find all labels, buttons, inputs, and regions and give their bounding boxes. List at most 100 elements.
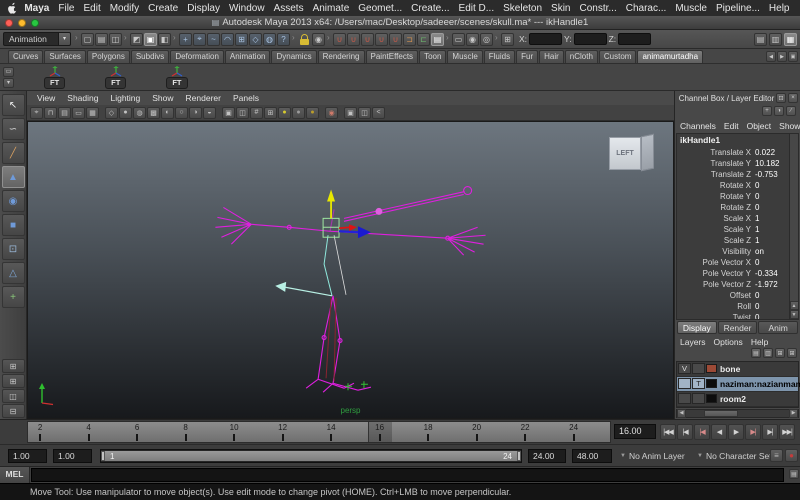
lasso-select-tool[interactable]: ∽ [1,118,25,140]
group-divider-icon[interactable] [445,32,451,47]
channel-value-field[interactable]: 0 [751,192,788,201]
rotate-tool[interactable]: ◉ [1,190,25,212]
shelf-tab-scroll-left-icon[interactable]: ◀ [766,51,776,62]
menubar-item[interactable]: Edit D... [454,3,499,14]
wireframe-on-shaded-icon[interactable]: ◍ [133,106,146,119]
shelf-tab[interactable]: nCloth [564,50,598,63]
menubar-item[interactable]: Create... [407,3,454,14]
channel-row[interactable]: Scale Y 1 [677,224,788,235]
channel-value-field[interactable]: 0 [751,313,788,320]
scrollbar-thumb[interactable] [704,409,738,417]
shelf-tab[interactable]: Muscle [447,50,483,63]
channel-value-field[interactable]: 0.022 [751,148,788,157]
shadows-icon[interactable]: ◑ [189,106,202,119]
group-divider-icon[interactable] [494,32,500,47]
layer-display-type-toggle[interactable] [692,363,705,375]
layer-editor-tab[interactable]: Display [677,321,717,335]
mask-joints-icon[interactable]: ⌖ [193,32,206,46]
shelf-tab[interactable]: Fluids [483,50,516,63]
move-tool[interactable]: ▲ [1,166,25,188]
channel-value-field[interactable]: 1 [751,225,788,234]
field-chart-icon[interactable]: ⊞ [264,106,277,119]
panel-menu-item[interactable]: Renderer [180,93,227,103]
channel-value-field[interactable]: 1 [751,236,788,245]
close-icon[interactable]: × [788,93,798,104]
bookmark-icon[interactable]: ▭ [72,106,85,119]
construction-history-icon[interactable]: ▤ [431,32,444,46]
group-divider-icon[interactable] [74,32,80,47]
channel-value-field[interactable]: -0.753 [751,170,788,179]
playback-start-field[interactable]: 1.00 [53,449,92,463]
channel-value-field[interactable]: 1 [751,214,788,223]
range-slider-bar[interactable]: 1 24 [104,451,518,461]
shelf-tab[interactable]: Polygons [86,50,130,63]
layer-color-swatch[interactable] [706,364,717,374]
channel-row[interactable]: Translate X 0.022 [677,147,788,158]
shelf-tab[interactable]: Fur [516,50,539,63]
channel-row[interactable]: Rotate X 0 [677,180,788,191]
shelf-tab[interactable]: Dynamics [271,50,317,63]
channel-row[interactable]: Rotate Z 0 [677,202,788,213]
menubar-item[interactable]: Assets [269,3,308,14]
universal-manipulator-tool[interactable]: ⊡ [1,238,25,260]
scroll-down-icon[interactable]: ▼ [789,310,798,320]
mask-handles-icon[interactable]: + [179,32,192,46]
textured-light-sphere-icon[interactable]: ● [306,106,319,119]
command-line-input[interactable] [31,468,784,482]
time-ruler[interactable]: 2 4 6 8 10 12 14 16 18 20 22 24 [27,421,611,443]
channel-box-menu-item[interactable]: Show [775,121,800,131]
snap-to-curves-icon[interactable]: ∪ [347,32,360,46]
channel-row[interactable]: Visibility on [677,246,788,257]
command-line-language-button[interactable]: MEL [0,467,30,483]
mask-misc-icon[interactable]: ? [277,32,290,46]
channel-scrollbar[interactable]: ▲ ▼ [789,133,798,320]
make-live-icon[interactable]: ∪ [389,32,402,46]
dock-icon[interactable]: ⊡ [776,93,786,104]
auto-keyframe-toggle-icon[interactable]: ● [785,449,798,462]
textured-icon[interactable]: ▩ [147,106,160,119]
panel-menu-item[interactable]: Show [146,93,179,103]
channel-value-field[interactable]: 0 [751,291,788,300]
group-divider-icon[interactable] [326,32,332,47]
animation-end-field[interactable]: 48.00 [572,449,612,463]
range-handle-right[interactable] [517,451,521,461]
ipr-render-icon[interactable]: ◎ [480,32,493,46]
select-camera-icon[interactable]: ⌖ [30,106,43,119]
select-tool[interactable]: ↖ [1,94,25,116]
mask-dynamics-icon[interactable]: ◇ [249,32,262,46]
z-coordinate-field[interactable] [618,33,652,45]
channel-box-menu-item[interactable]: Channels [676,121,720,131]
shelf-tab[interactable]: Rendering [317,50,365,63]
animation-start-field[interactable]: 1.00 [8,449,47,463]
shelf-tab-scroll-right-icon[interactable]: ▶ [777,51,787,62]
output-connections-icon[interactable]: ⊏ [417,32,430,46]
view-cube-front-face[interactable]: LEFT [609,137,641,170]
channel-value-field[interactable]: 0 [751,258,788,267]
layer-row[interactable]: V bone [677,361,798,377]
gamma-icon[interactable]: ▣ [344,106,357,119]
resolution-gate-icon[interactable]: ◫ [358,106,371,119]
select-by-hierarchy-icon[interactable]: ◩ [130,32,143,46]
playback-end-field[interactable]: 24.00 [528,449,566,463]
layout-pane-outliner-button[interactable]: ◫ [1,389,25,403]
menubar-item[interactable]: Help [764,3,794,14]
select-by-component-icon[interactable]: ◧ [158,32,171,46]
menubar-item[interactable]: Muscle [671,3,712,14]
menubar-item[interactable]: Pipeline... [712,3,765,14]
animation-preferences-icon[interactable]: ≡ [770,449,783,462]
group-divider-icon[interactable] [123,32,129,47]
step-forward-frame-button[interactable]: ▶| [762,424,778,440]
shelf-tab[interactable]: Custom [598,50,637,63]
shelf-tab[interactable]: animamurtadha [637,50,704,63]
manipulator-mode-icon[interactable]: + [762,105,772,116]
channel-row[interactable]: Scale X 1 [677,213,788,224]
y-coordinate-field[interactable] [573,33,607,45]
channel-row[interactable]: Scale Z 1 [677,235,788,246]
open-scene-icon[interactable]: ▤ [95,32,108,46]
show-attribute-editor-icon[interactable]: ▤ [754,32,767,46]
character-set-dropdown[interactable]: ▼ No Character Set [697,449,772,463]
new-scene-icon[interactable]: ▢ [81,32,94,46]
play-forwards-button[interactable]: ▶ [728,424,744,440]
channel-box-menu-item[interactable]: Edit [720,121,743,131]
scroll-up-icon[interactable]: ▲ [789,301,798,311]
